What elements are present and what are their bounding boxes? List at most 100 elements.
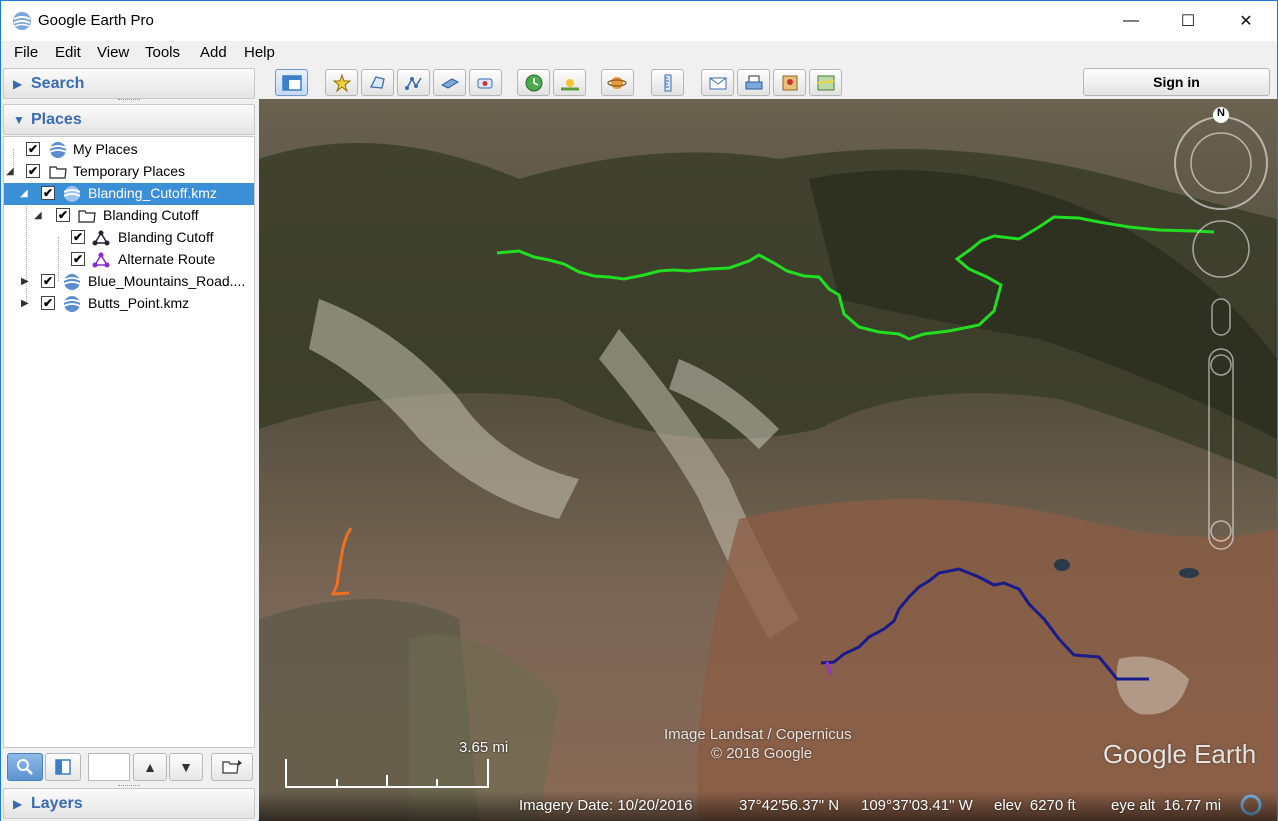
minimize-icon: — [1123, 12, 1139, 29]
move-up-button[interactable]: ▲ [133, 753, 167, 781]
ruler-button[interactable] [651, 69, 684, 96]
search-panel-header[interactable]: ▶ Search [3, 68, 255, 99]
map-icon [817, 75, 834, 90]
window-title: Google Earth Pro [38, 12, 154, 29]
menu-tools[interactable]: Tools [145, 44, 180, 61]
longitude-readout: 109°37'03.41" W [861, 797, 973, 814]
menu-bar: File Edit View Tools Add Help [1, 41, 1277, 65]
minimize-button[interactable]: — [1108, 1, 1154, 41]
ruler-icon [664, 74, 671, 91]
expand-icon[interactable]: ▶ [21, 276, 29, 287]
layers-panel-label: Layers [31, 795, 83, 812]
tree-item-my-places[interactable]: ✔ My Places [4, 139, 254, 161]
places-panel-header[interactable]: ▼ Places [3, 104, 255, 135]
menu-edit[interactable]: Edit [55, 44, 81, 61]
historical-imagery-button[interactable] [517, 69, 550, 96]
collapse-icon[interactable]: ◢ [20, 188, 28, 199]
menu-help[interactable]: Help [244, 44, 275, 61]
search-places-button[interactable] [7, 753, 43, 781]
collapse-icon[interactable]: ◢ [34, 210, 42, 221]
maximize-button[interactable]: ☐ [1165, 1, 1211, 41]
globe-icon [63, 274, 81, 290]
splitter-handle[interactable] [118, 99, 140, 101]
checkbox[interactable]: ✔ [56, 208, 70, 222]
places-toolbar: ▲ ▼ [3, 750, 255, 784]
scale-label: 3.65 mi [459, 739, 509, 756]
camera-icon [477, 78, 492, 88]
tree-item-label: Temporary Places [73, 163, 186, 179]
earth-view[interactable]: N Image Landsat / Copernicus © 2018 Goog… [259, 99, 1277, 821]
folder-icon [78, 210, 96, 223]
image-overlay-icon [440, 77, 459, 89]
search-panel-label: Search [31, 75, 85, 92]
eye-altitude-readout: eye alt 16.77 mi [1111, 797, 1222, 814]
path-icon [92, 252, 110, 268]
tree-item-butts-point[interactable]: ▶ ✔ Butts_Point.kmz [4, 293, 254, 315]
checkbox[interactable]: ✔ [71, 230, 85, 244]
arrow-up-icon: ▲ [143, 759, 157, 775]
checkbox[interactable]: ✔ [41, 274, 55, 288]
save-image-button[interactable] [773, 69, 806, 96]
sunlight-button[interactable] [553, 69, 586, 96]
tree-item-alternate-route[interactable]: ✔ Alternate Route [4, 249, 254, 271]
menu-view[interactable]: View [97, 44, 129, 61]
imagery-date: Imagery Date: 10/20/2016 [519, 797, 693, 814]
checkbox[interactable]: ✔ [26, 164, 40, 178]
tree-item-blanding-cutoff-folder[interactable]: ◢ ✔ Blanding Cutoff [4, 205, 254, 227]
add-polygon-button[interactable] [361, 69, 394, 96]
switch-planet-button[interactable] [601, 69, 634, 96]
imagery-attribution: Image Landsat / Copernicus [664, 726, 852, 743]
email-button[interactable] [701, 69, 734, 96]
tree-item-label: My Places [73, 141, 138, 157]
record-tour-button[interactable] [469, 69, 502, 96]
folder-menu-button[interactable] [211, 753, 253, 781]
tree-item-blanding-cutoff-kmz[interactable]: ◢ ✔ Blanding_Cutoff.kmz [4, 183, 254, 205]
panel-toggle-button[interactable] [45, 753, 81, 781]
checkbox[interactable]: ✔ [71, 252, 85, 266]
close-button[interactable]: ✕ [1223, 1, 1269, 41]
polygon-icon [369, 75, 385, 89]
google-earth-icon [13, 12, 31, 30]
places-tree: ✔ My Places ◢ ✔ Temporary Places ◢ ✔ Bla… [3, 136, 255, 748]
checkbox[interactable]: ✔ [41, 296, 55, 310]
latitude-readout: 37°42'56.37" N [739, 797, 840, 814]
move-down-button[interactable]: ▼ [169, 753, 203, 781]
add-image-overlay-button[interactable] [433, 69, 466, 96]
tree-item-blanding-cutoff-path[interactable]: ✔ Blanding Cutoff [4, 227, 254, 249]
layers-panel-header[interactable]: ▶ Layers [3, 788, 255, 819]
tree-item-label: Alternate Route [118, 251, 216, 267]
sidebar-panel: ▶ Search ▼ Places ✔ My Places ◢ ✔ Tempor… [1, 65, 258, 821]
checkbox[interactable]: ✔ [41, 186, 55, 200]
tree-item-temporary-places[interactable]: ◢ ✔ Temporary Places [4, 161, 254, 183]
save-image-icon [782, 75, 797, 90]
maximize-icon: ☐ [1180, 13, 1196, 30]
tree-item-blue-mountains[interactable]: ▶ ✔ Blue_Mountains_Road.... [4, 271, 254, 293]
print-button[interactable] [737, 69, 770, 96]
expand-icon[interactable]: ▶ [21, 298, 29, 309]
places-search-input[interactable] [88, 753, 130, 781]
sun-icon [560, 78, 579, 90]
places-panel-label: Places [31, 111, 82, 128]
add-placemark-button[interactable] [325, 69, 358, 96]
main-toolbar: Sign in [259, 65, 1277, 99]
splitter-handle[interactable] [118, 785, 140, 787]
sidebar-toggle-button[interactable] [275, 69, 308, 96]
envelope-icon [709, 77, 726, 89]
checkbox[interactable]: ✔ [26, 142, 40, 156]
sign-in-button[interactable]: Sign in [1083, 68, 1270, 96]
globe-icon [49, 142, 67, 158]
add-path-button[interactable] [397, 69, 430, 96]
compass-label: N [1217, 107, 1225, 119]
menu-add[interactable]: Add [200, 44, 227, 61]
tree-item-label: Blanding_Cutoff.kmz [88, 185, 217, 201]
menu-file[interactable]: File [14, 44, 38, 61]
path-icon [404, 76, 422, 90]
tree-item-label: Blue_Mountains_Road.... [88, 273, 246, 289]
title-bar[interactable]: Google Earth Pro — ☐ ✕ [1, 1, 1277, 41]
arrow-down-icon: ▼ [179, 759, 193, 775]
app-window: Google Earth Pro — ☐ ✕ File Edit View To… [0, 0, 1278, 821]
close-icon: ✕ [1239, 13, 1253, 30]
view-in-maps-button[interactable] [809, 69, 842, 96]
collapse-icon[interactable]: ◢ [6, 166, 14, 177]
globe-icon [63, 186, 81, 202]
